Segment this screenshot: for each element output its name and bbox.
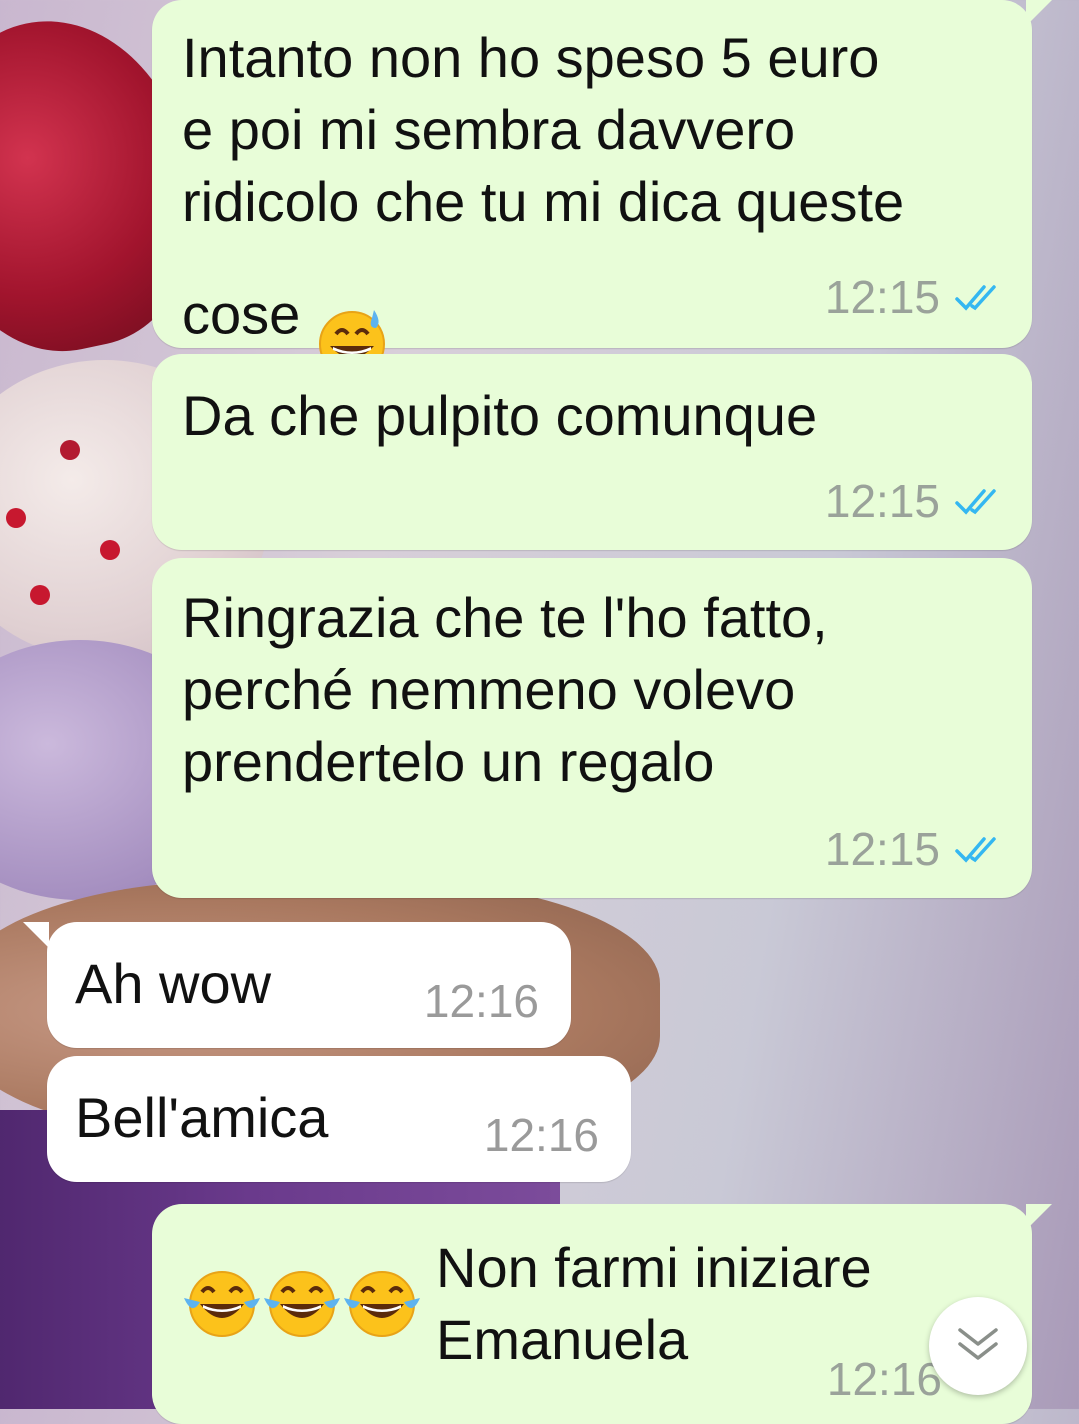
message-meta: 12:15 xyxy=(825,476,1004,526)
message-meta: 12:16 xyxy=(484,1110,599,1160)
tears-of-joy-emoji xyxy=(184,1271,260,1337)
scroll-to-bottom-button[interactable] xyxy=(929,1297,1027,1395)
double-check-icon xyxy=(955,285,996,311)
wallpaper-dot xyxy=(60,440,80,460)
message-bubble-outgoing[interactable]: Non farmi iniziare Emanuela 12:16 xyxy=(152,1204,1052,1424)
double-chevron-down-icon xyxy=(958,1328,998,1360)
message-time: 12:15 xyxy=(824,823,940,875)
message-text: Ringrazia che te l'ho fatto, perché nemm… xyxy=(182,586,828,793)
bubble-tail xyxy=(23,922,49,948)
message-time: 12:15 xyxy=(824,475,940,527)
message-text: Intanto non ho speso 5 euro e poi mi sem… xyxy=(182,22,1002,399)
message-text: Da che pulpito comunque xyxy=(182,384,818,447)
wallpaper-dot xyxy=(100,540,120,560)
message-time: 12:16 xyxy=(826,1353,942,1405)
message-time: 12:16 xyxy=(483,1109,599,1161)
bubble-tail xyxy=(1026,0,1052,26)
message-bubble-outgoing[interactable]: Da che pulpito comunque 12:15 xyxy=(152,354,1032,550)
message-time: 12:15 xyxy=(824,271,940,323)
tears-of-joy-emoji xyxy=(264,1271,340,1337)
emoji-group xyxy=(182,1232,422,1376)
message-bubble-outgoing[interactable]: Intanto non ho speso 5 euro e poi mi sem… xyxy=(152,0,1052,377)
double-check-icon xyxy=(955,489,996,515)
message-meta: 12:15 xyxy=(825,272,1004,322)
double-check-icon xyxy=(955,837,996,863)
wallpaper-dot xyxy=(30,585,50,605)
bubble-tail xyxy=(1026,1204,1052,1230)
message-time: 12:16 xyxy=(423,975,539,1027)
message-bubble-incoming[interactable]: Ah wow 12:16 xyxy=(23,922,571,1048)
wallpaper-dot xyxy=(6,508,26,528)
message-meta: 12:15 xyxy=(825,824,1004,874)
tears-of-joy-emoji xyxy=(344,1271,420,1337)
message-meta: 12:16 xyxy=(424,976,539,1026)
message-bubble-outgoing[interactable]: Ringrazia che te l'ho fatto, perché nemm… xyxy=(152,558,1032,898)
message-text-content: Non farmi iniziare Emanuela xyxy=(436,1236,872,1371)
message-meta: 12:16 xyxy=(827,1354,942,1404)
message-bubble-incoming[interactable]: Bell'amica 12:16 xyxy=(47,1056,631,1182)
